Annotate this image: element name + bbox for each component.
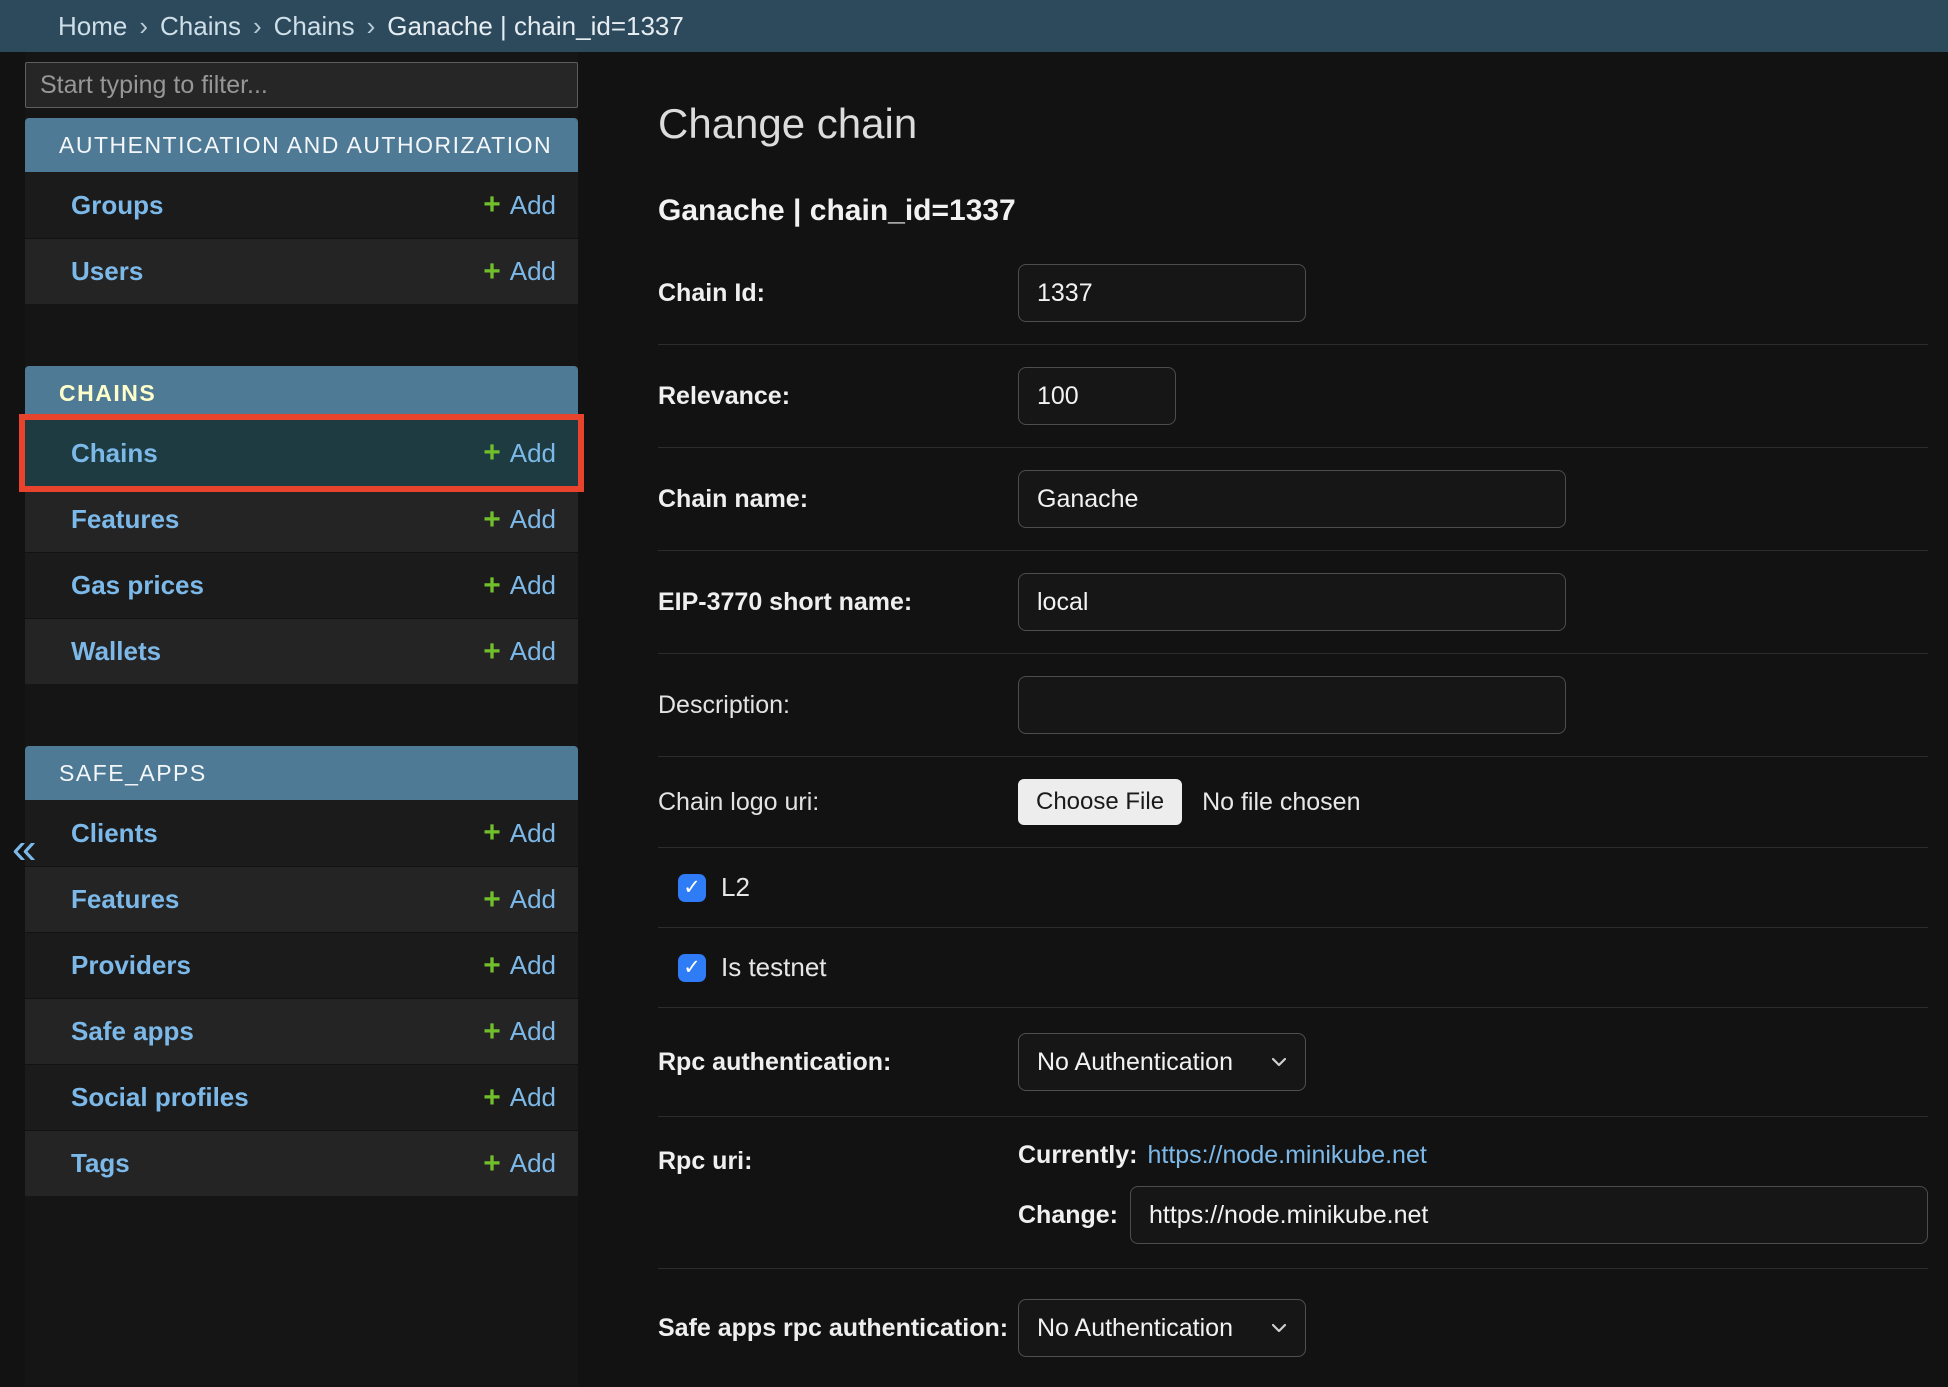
- chevron-down-icon: [1269, 1318, 1289, 1338]
- rpc-uri-change-label: Change:: [1018, 1201, 1118, 1230]
- breadcrumb-separator: ›: [253, 11, 262, 42]
- page-title: Change chain: [658, 100, 1928, 148]
- check-icon: ✓: [683, 957, 701, 978]
- check-icon: ✓: [683, 877, 701, 898]
- breadcrumb-current: Ganache | chain_id=1337: [387, 11, 684, 42]
- breadcrumb: Home › Chains › Chains › Ganache | chain…: [0, 0, 1948, 52]
- choose-file-button[interactable]: Choose File: [1018, 779, 1182, 825]
- plus-icon: +: [483, 1083, 501, 1113]
- sidebar-item-chains[interactable]: Chains + Add: [25, 420, 578, 486]
- add-users-link[interactable]: + Add: [483, 256, 556, 287]
- add-clients-link[interactable]: + Add: [483, 818, 556, 849]
- module-chains-caption[interactable]: CHAINS: [25, 366, 578, 420]
- add-groups-link[interactable]: + Add: [483, 190, 556, 221]
- short-name-label: EIP-3770 short name:: [658, 588, 1018, 617]
- sidebar-item-users[interactable]: Users + Add: [25, 238, 578, 304]
- add-social-profiles-link[interactable]: + Add: [483, 1082, 556, 1113]
- l2-label: L2: [721, 872, 750, 903]
- field-row-l2: ✓ L2: [658, 848, 1928, 928]
- object-title: Ganache | chain_id=1337: [658, 194, 1928, 228]
- module-auth: AUTHENTICATION AND AUTHORIZATION Groups …: [25, 118, 578, 304]
- field-row-chain-id: Chain Id:: [658, 242, 1928, 345]
- breadcrumb-separator: ›: [367, 11, 376, 42]
- plus-icon: +: [483, 257, 501, 287]
- safe-apps-rpc-auth-label: Safe apps rpc authentication:: [658, 1314, 1018, 1343]
- add-chains-link[interactable]: + Add: [483, 438, 556, 469]
- breadcrumb-link-home[interactable]: Home: [58, 11, 127, 42]
- sidebar: « AUTHENTICATION AND AUTHORIZATION Group…: [25, 52, 578, 1386]
- chain-name-label: Chain name:: [658, 485, 1018, 514]
- plus-icon: +: [483, 190, 501, 220]
- relevance-label: Relevance:: [658, 382, 1018, 411]
- chain-id-label: Chain Id:: [658, 279, 1018, 308]
- is-testnet-checkbox[interactable]: ✓: [678, 954, 706, 982]
- add-providers-link[interactable]: + Add: [483, 950, 556, 981]
- field-row-chain-logo: Chain logo uri: Choose File No file chos…: [658, 757, 1928, 848]
- add-tags-link[interactable]: + Add: [483, 1148, 556, 1179]
- add-safe-features-link[interactable]: + Add: [483, 884, 556, 915]
- plus-icon: +: [483, 951, 501, 981]
- sidebar-item-groups[interactable]: Groups + Add: [25, 172, 578, 238]
- breadcrumb-separator: ›: [139, 11, 148, 42]
- sidebar-item-safe-features[interactable]: Features + Add: [25, 866, 578, 932]
- safe-apps-rpc-auth-selected-value: No Authentication: [1037, 1314, 1233, 1343]
- plus-icon: +: [483, 637, 501, 667]
- field-row-relevance: Relevance:: [658, 345, 1928, 448]
- plus-icon: +: [483, 1017, 501, 1047]
- plus-icon: +: [483, 818, 501, 848]
- rpc-uri-currently-label: Currently:: [1018, 1141, 1137, 1170]
- sidebar-item-providers[interactable]: Providers + Add: [25, 932, 578, 998]
- module-auth-caption[interactable]: AUTHENTICATION AND AUTHORIZATION: [25, 118, 578, 172]
- field-row-is-testnet: ✓ Is testnet: [658, 928, 1928, 1008]
- rpc-auth-label: Rpc authentication:: [658, 1048, 1018, 1077]
- add-gas-prices-link[interactable]: + Add: [483, 570, 556, 601]
- rpc-uri-change-input[interactable]: [1130, 1186, 1928, 1244]
- sidebar-collapse-icon[interactable]: «: [12, 827, 36, 871]
- description-label: Description:: [658, 691, 1018, 720]
- field-row-description: Description:: [658, 654, 1928, 757]
- is-testnet-label: Is testnet: [721, 952, 827, 983]
- rpc-uri-label: Rpc uri:: [658, 1141, 1018, 1176]
- sidebar-item-gas-prices[interactable]: Gas prices + Add: [25, 552, 578, 618]
- breadcrumb-link-chains-app[interactable]: Chains: [160, 11, 241, 42]
- safe-apps-rpc-auth-select[interactable]: No Authentication: [1018, 1299, 1306, 1357]
- plus-icon: +: [483, 571, 501, 601]
- add-safe-apps-link[interactable]: + Add: [483, 1016, 556, 1047]
- rpc-auth-selected-value: No Authentication: [1037, 1048, 1233, 1077]
- main-content: Change chain Ganache | chain_id=1337 Cha…: [578, 52, 1948, 1386]
- file-status-text: No file chosen: [1202, 788, 1360, 817]
- plus-icon: +: [483, 1149, 501, 1179]
- chain-logo-label: Chain logo uri:: [658, 788, 1018, 817]
- sidebar-item-tags[interactable]: Tags + Add: [25, 1130, 578, 1196]
- field-row-chain-name: Chain name:: [658, 448, 1928, 551]
- field-row-rpc-uri: Rpc uri: Currently: https://node.minikub…: [658, 1117, 1928, 1269]
- chevron-down-icon: [1269, 1052, 1289, 1072]
- field-row-rpc-auth: Rpc authentication: No Authentication: [658, 1008, 1928, 1117]
- short-name-input[interactable]: [1018, 573, 1566, 631]
- module-safe-apps: SAFE_APPS Clients + Add Features + Add P…: [25, 746, 578, 1196]
- sidebar-item-social-profiles[interactable]: Social profiles + Add: [25, 1064, 578, 1130]
- chain-id-input[interactable]: [1018, 264, 1306, 322]
- sidebar-item-safe-apps[interactable]: Safe apps + Add: [25, 998, 578, 1064]
- sidebar-item-wallets[interactable]: Wallets + Add: [25, 618, 578, 684]
- breadcrumb-link-chains-model[interactable]: Chains: [274, 11, 355, 42]
- module-chains: CHAINS Chains + Add Features + Add Gas p…: [25, 366, 578, 684]
- field-row-short-name: EIP-3770 short name:: [658, 551, 1928, 654]
- plus-icon: +: [483, 885, 501, 915]
- module-safe-apps-caption[interactable]: SAFE_APPS: [25, 746, 578, 800]
- rpc-uri-current-link[interactable]: https://node.minikube.net: [1147, 1141, 1426, 1170]
- add-features-link[interactable]: + Add: [483, 504, 556, 535]
- sidebar-item-features[interactable]: Features + Add: [25, 486, 578, 552]
- relevance-input[interactable]: [1018, 367, 1176, 425]
- plus-icon: +: [483, 505, 501, 535]
- rpc-auth-select[interactable]: No Authentication: [1018, 1033, 1306, 1091]
- field-row-safe-apps-rpc-auth: Safe apps rpc authentication: No Authent…: [658, 1269, 1928, 1387]
- plus-icon: +: [483, 438, 501, 468]
- chain-name-input[interactable]: [1018, 470, 1566, 528]
- sidebar-item-clients[interactable]: Clients + Add: [25, 800, 578, 866]
- add-wallets-link[interactable]: + Add: [483, 636, 556, 667]
- description-input[interactable]: [1018, 676, 1566, 734]
- l2-checkbox[interactable]: ✓: [678, 874, 706, 902]
- sidebar-filter-input[interactable]: [25, 62, 578, 108]
